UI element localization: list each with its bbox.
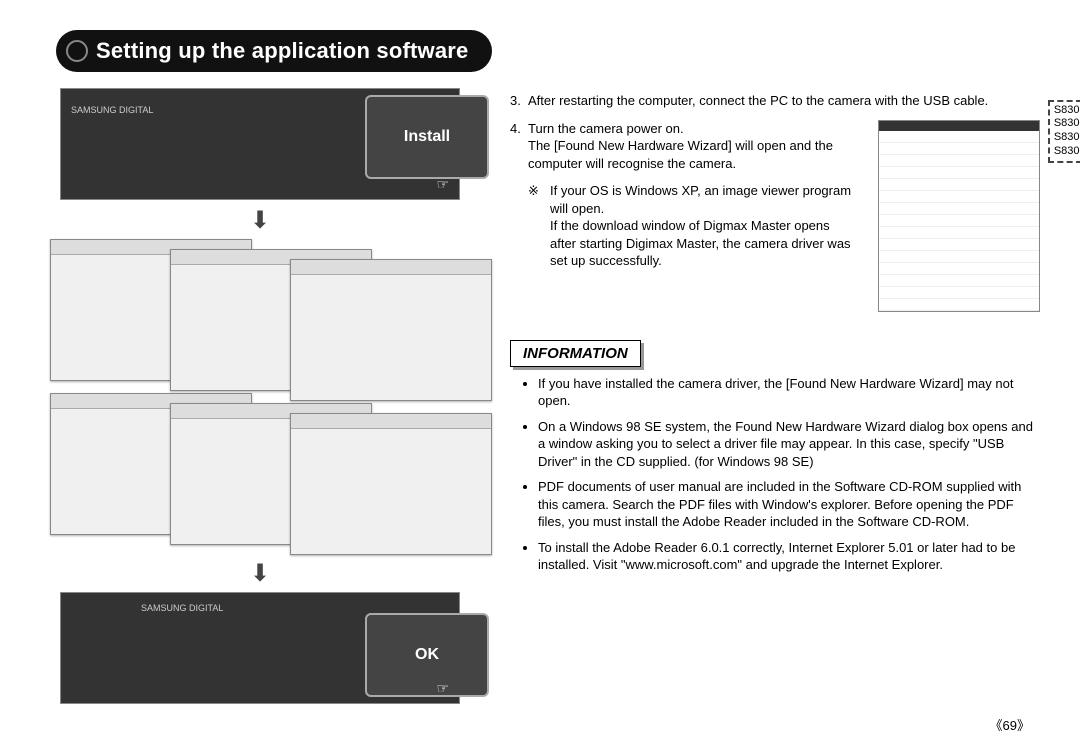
page-number-value: 69	[1003, 718, 1017, 733]
step-4-line1: Turn the camera power on.	[528, 121, 684, 136]
explorer-row	[879, 239, 1039, 251]
explorer-row	[879, 299, 1039, 311]
callout-line: S8300049	[1054, 145, 1080, 159]
page: Setting up the application software SAMS…	[0, 0, 1080, 746]
two-column-layout: SAMSUNG DIGITAL Install ☞ ⬇ ⬇	[40, 88, 1040, 704]
explorer-row	[879, 215, 1039, 227]
step-3: 3. After restarting the computer, connec…	[510, 92, 1040, 110]
step-4-text: 4. Turn the camera power on. The [Found …	[510, 120, 858, 270]
note-line1: If your OS is Windows XP, an image viewe…	[550, 183, 851, 216]
explorer-row	[879, 131, 1039, 143]
arrow-down-icon: ⬇	[40, 206, 480, 235]
filename-callout: S8300 S830004 S8300048 S8300049	[1048, 100, 1080, 163]
screenshot-installer-bottom: SAMSUNG DIGITAL OK ☞	[60, 592, 460, 704]
step-4: 4. Turn the camera power on. The [Found …	[510, 120, 858, 173]
note-row: ※ If your OS is Windows XP, an image vie…	[528, 182, 858, 270]
page-number: 《69》	[990, 715, 1031, 734]
screenshot-wizard-row-1	[40, 239, 480, 399]
ok-label: OK	[415, 646, 439, 664]
note-symbol-icon: ※	[528, 182, 544, 270]
brand-label: SAMSUNG DIGITAL	[141, 603, 223, 613]
explorer-wrap: S8300 S830004 S8300048 S8300049	[878, 120, 1040, 312]
explorer-row	[879, 263, 1039, 275]
explorer-row	[879, 179, 1039, 191]
steps-list: 3. After restarting the computer, connec…	[510, 92, 1040, 110]
screenshot-wizard-row-2	[40, 393, 480, 553]
explorer-row	[879, 167, 1039, 179]
explorer-row	[879, 287, 1039, 299]
callout-line: S830004	[1054, 117, 1080, 131]
callout-line: S8300048	[1054, 131, 1080, 145]
angle-right-icon: 》	[1017, 718, 1030, 733]
step-text: After restarting the computer, connect t…	[528, 92, 1040, 110]
arrow-down-icon: ⬇	[40, 559, 480, 588]
title-bullet-icon	[66, 40, 88, 62]
wizard-dialog	[290, 259, 492, 401]
cursor-icon: ☞	[436, 680, 449, 697]
right-column: 3. After restarting the computer, connec…	[510, 88, 1040, 704]
info-bullet: To install the Adobe Reader 6.0.1 correc…	[538, 539, 1040, 574]
explorer-row	[879, 191, 1039, 203]
note-body: If your OS is Windows XP, an image viewe…	[550, 182, 858, 270]
wizard-dialog	[290, 413, 492, 555]
step-4-line2: The [Found New Hardware Wizard] will ope…	[528, 138, 833, 171]
info-bullet: On a Windows 98 SE system, the Found New…	[538, 418, 1040, 471]
information-heading: INFORMATION	[510, 340, 641, 367]
cursor-icon: ☞	[436, 176, 449, 193]
page-title: Setting up the application software	[56, 30, 492, 72]
steps-list: 4. Turn the camera power on. The [Found …	[510, 120, 858, 173]
brand-label: SAMSUNG DIGITAL	[71, 105, 153, 115]
ok-button-inset: OK	[365, 613, 489, 697]
explorer-row	[879, 143, 1039, 155]
install-button-inset: Install	[365, 95, 489, 179]
explorer-row	[879, 251, 1039, 263]
screenshot-installer-top: SAMSUNG DIGITAL Install ☞	[60, 88, 460, 200]
explorer-row	[879, 275, 1039, 287]
information-block: INFORMATION If you have installed the ca…	[510, 340, 1040, 574]
explorer-row	[879, 203, 1039, 215]
page-title-wrap: Setting up the application software	[60, 30, 1040, 76]
angle-left-icon: 《	[990, 718, 1003, 733]
step-number: 4.	[510, 120, 528, 173]
callout-line: S8300	[1054, 104, 1080, 118]
information-bullets: If you have installed the camera driver,…	[510, 375, 1040, 574]
screenshot-explorer	[878, 120, 1040, 312]
step-4-row: 4. Turn the camera power on. The [Found …	[510, 120, 1040, 312]
info-bullet: If you have installed the camera driver,…	[538, 375, 1040, 410]
install-label: Install	[404, 128, 450, 146]
explorer-row	[879, 227, 1039, 239]
explorer-row	[879, 155, 1039, 167]
left-column: SAMSUNG DIGITAL Install ☞ ⬇ ⬇	[40, 88, 480, 704]
step-number: 3.	[510, 92, 528, 110]
info-bullet: PDF documents of user manual are include…	[538, 478, 1040, 531]
explorer-titlebar	[879, 121, 1039, 131]
note-line2: If the download window of Digmax Master …	[550, 218, 851, 268]
step-text: Turn the camera power on. The [Found New…	[528, 120, 858, 173]
